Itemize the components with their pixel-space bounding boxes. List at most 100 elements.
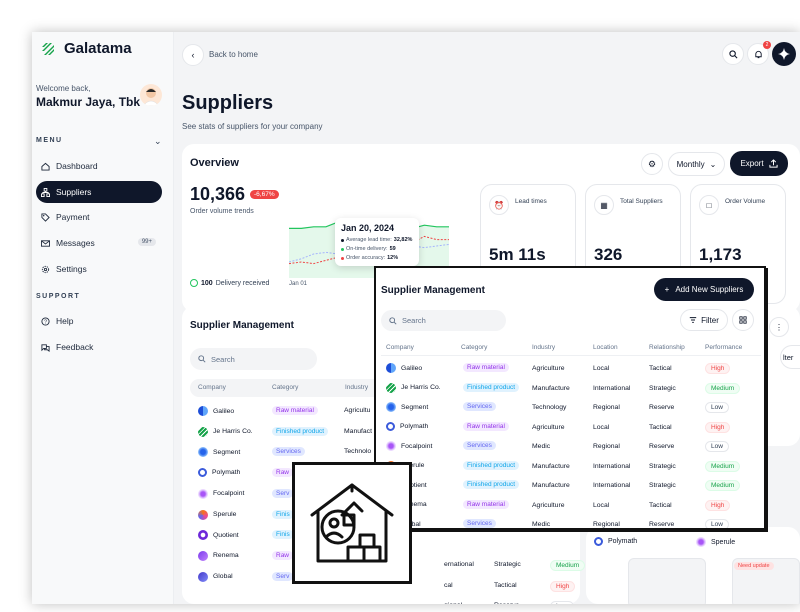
industry-cell: Medic	[532, 443, 551, 450]
industry-cell: Agriculture	[532, 365, 565, 372]
company-name: Renema	[213, 552, 239, 560]
company-name: Polymath	[212, 469, 241, 477]
table-row[interactable]: Sperule	[198, 509, 236, 520]
table-row[interactable]: Galileo	[198, 406, 234, 416]
column-header: Company	[386, 344, 414, 351]
back-button[interactable]: ‹	[182, 44, 204, 66]
sidebar-item-messages[interactable]: Messages 99+	[36, 232, 162, 254]
search-button[interactable]	[722, 43, 744, 65]
industry-cell: Agricultu	[344, 407, 371, 414]
relationship-cell: Reserve	[494, 602, 519, 604]
more-vertical-icon: ⋮	[775, 322, 783, 332]
avatar[interactable]	[140, 84, 162, 106]
company-logo-icon	[198, 509, 208, 520]
table-row[interactable]: Segment	[198, 447, 240, 458]
table-row[interactable]: Polymath	[198, 468, 241, 478]
overview-settings-button[interactable]: ⚙	[641, 153, 663, 175]
chevron-down-icon[interactable]: ⌄	[154, 136, 162, 147]
grid-icon	[739, 316, 747, 324]
performance-badge: Medium	[705, 460, 741, 472]
need-update-badge: Need update	[734, 562, 774, 570]
help-icon: ?	[41, 316, 50, 326]
category-badge: Finished product	[463, 382, 520, 392]
company-name: Je Harris Co.	[401, 384, 441, 391]
more-options-button[interactable]: ⋮	[769, 317, 789, 337]
export-label: Export	[740, 159, 764, 168]
company-cell: Galileo	[386, 363, 422, 373]
filter-button-peek[interactable]: lter	[780, 345, 800, 369]
sidebar-item-dashboard[interactable]: Dashboard	[36, 155, 162, 177]
table-row[interactable]: Quotient Finished product Manufacture Inter…	[381, 477, 761, 497]
sidebar-item-feedback[interactable]: Feedback	[36, 336, 162, 358]
check-circle-icon	[190, 279, 198, 287]
table-row[interactable]: Galileo Raw material Agriculture Local Tacti…	[381, 360, 761, 380]
mail-icon	[41, 239, 50, 248]
notifications-button[interactable]: 2	[747, 41, 771, 65]
stat-value: 1,173	[699, 245, 742, 264]
company-logo-icon	[198, 406, 208, 416]
sidebar-item-payment[interactable]: Payment	[36, 206, 162, 228]
sidebar-item-label: Settings	[56, 264, 87, 274]
relationship-cell: Reserve	[649, 404, 675, 411]
location-cell: Regional	[593, 521, 620, 528]
performance-badge: High	[705, 499, 731, 511]
period-select[interactable]: Monthly ⌄	[668, 152, 725, 176]
table-row[interactable]: Polymath Raw material Agriculture Local Tact…	[381, 419, 761, 439]
industry-cell: Manufacture	[532, 462, 570, 470]
column-header: Category	[461, 344, 488, 351]
grid-view-button[interactable]	[732, 309, 754, 331]
sidebar-item-label: Dashboard	[56, 161, 98, 171]
sidebar-item-help[interactable]: ? Help	[36, 310, 162, 332]
document-thumbnail[interactable]	[628, 558, 706, 604]
company-cell: Segment	[386, 402, 428, 412]
sidebar-item-settings[interactable]: Settings	[36, 258, 162, 280]
tooltip-row: On-time delivery: 59	[341, 245, 413, 254]
alarm-icon: ⏰	[489, 195, 509, 215]
side-company[interactable]: Polymath	[594, 537, 637, 546]
home-icon	[41, 162, 50, 171]
search-icon	[198, 355, 206, 363]
table-row[interactable]: Global	[198, 571, 233, 582]
table-row[interactable]: Quotient	[198, 530, 239, 541]
relationship-cell: Tactical	[649, 501, 672, 509]
tooltip-value: 12%	[387, 255, 399, 261]
table-row[interactable]: Je Harris Co. Finished product Manufacture…	[381, 380, 761, 400]
support-section-label: SUPPORT	[36, 293, 81, 300]
location-cell: International	[593, 462, 631, 470]
side-company[interactable]: Sperule	[696, 537, 735, 547]
industry-cell: Manufacture	[532, 384, 570, 392]
table-header: Company Category Industry Location Relat…	[381, 338, 761, 356]
sidebar-item-suppliers[interactable]: Suppliers	[36, 181, 162, 203]
notification-count: 2	[763, 41, 771, 49]
back-to-home-link[interactable]: Back to home	[209, 50, 258, 59]
table-row[interactable]: Segment Services Technology Regional Reserve…	[381, 399, 761, 419]
table-row[interactable]: Sperule Finished product Manufacture Intern…	[381, 458, 761, 478]
tag-icon	[41, 212, 50, 222]
table-row[interactable]: Focalpoint	[198, 488, 244, 499]
order-change-badge: -6,67%	[250, 190, 279, 199]
table-row[interactable]: Renema	[198, 550, 239, 561]
add-new-suppliers-button[interactable]: + Add New Suppliers	[654, 278, 754, 301]
performance-badge: Low	[550, 601, 574, 604]
sparkle-icon	[778, 48, 790, 60]
table-row[interactable]: Renema Raw material Agriculture Local Tactic…	[381, 497, 761, 517]
category-badge: Raw material	[463, 363, 509, 372]
sidebar: Galatama Welcome back, Makmur Jaya, Tbk …	[32, 32, 174, 604]
performance-badge: Low	[705, 441, 729, 452]
company-logo-icon	[198, 447, 208, 458]
category-badge: Finished product	[272, 426, 329, 436]
export-button[interactable]: Export	[730, 151, 788, 176]
table-row[interactable]: Je Harris Co.	[198, 426, 253, 437]
table-row[interactable]: GlobalServicesMedicRegionalReserveLow	[381, 516, 761, 528]
search-input[interactable]: Search	[381, 310, 506, 331]
app-logo[interactable]: Galatama	[40, 40, 132, 57]
location-cell: cal	[444, 581, 453, 589]
relationship-cell: Reserve	[649, 521, 675, 528]
filter-button[interactable]: Filter	[680, 309, 728, 331]
performance-badge: Low	[705, 519, 729, 528]
company-name: Polymath	[400, 422, 429, 430]
location-cell: ernational	[444, 561, 474, 568]
sparkle-button[interactable]	[772, 42, 796, 66]
search-input[interactable]: Search	[190, 348, 317, 370]
table-row[interactable]: Focalpoint Services Medic Regional Reserve Lo…	[381, 438, 761, 458]
